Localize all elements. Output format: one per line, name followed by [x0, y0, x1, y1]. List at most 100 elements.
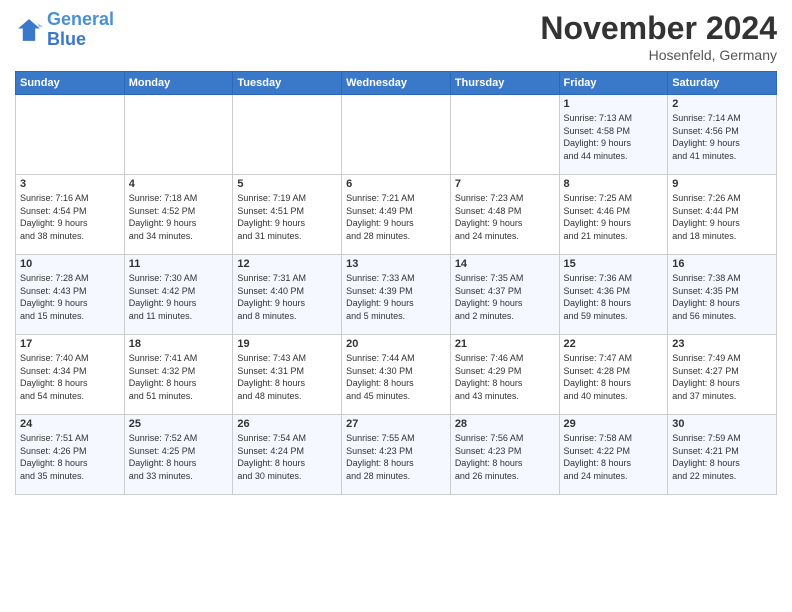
- day-number: 13: [346, 258, 446, 270]
- day-cell: 26Sunrise: 7:54 AM Sunset: 4:24 PM Dayli…: [233, 415, 342, 495]
- day-number: 22: [564, 338, 664, 350]
- header-cell-sunday: Sunday: [16, 72, 125, 95]
- day-number: 9: [672, 178, 772, 190]
- location: Hosenfeld, Germany: [540, 47, 777, 63]
- day-cell: 29 Sunrise: 7:58 AM Sunset: 4:22 PM Dayli…: [559, 415, 668, 495]
- day-number: 14: [455, 258, 555, 270]
- day-cell: 8 Sunrise: 7:25 AM Sunset: 4:46 PM Daylig…: [559, 175, 668, 255]
- day-cell: 23 Sunrise: 7:49 AM Sunset: 4:27 PM Dayli…: [668, 335, 777, 415]
- week-row-5: 24Sunrise: 7:51 AM Sunset: 4:26 PM Dayli…: [16, 415, 777, 495]
- day-number: 1: [564, 98, 664, 110]
- logo-text: General Blue: [47, 10, 114, 50]
- day-number: 3: [20, 178, 120, 190]
- day-info: Sunrise: 7:25 AM Sunset: 4:46 PM Dayligh…: [564, 192, 664, 242]
- day-number: 12: [237, 258, 337, 270]
- month-title: November 2024: [540, 10, 777, 47]
- header-cell-saturday: Saturday: [668, 72, 777, 95]
- week-row-4: 17 Sunrise: 7:40 AM Sunset: 4:34 PM Dayli…: [16, 335, 777, 415]
- day-info: Sunrise: 7:19 AM Sunset: 4:51 PM Dayligh…: [237, 192, 337, 242]
- day-info: Sunrise: 7:26 AM Sunset: 4:44 PM Dayligh…: [672, 192, 772, 242]
- day-info: Sunrise: 7:31 AM Sunset: 4:40 PM Dayligh…: [237, 272, 337, 322]
- logo: General Blue: [15, 10, 114, 50]
- header-cell-thursday: Thursday: [450, 72, 559, 95]
- header-cell-wednesday: Wednesday: [342, 72, 451, 95]
- day-number: 30: [672, 418, 772, 430]
- calendar-table: SundayMondayTuesdayWednesdayThursdayFrid…: [15, 71, 777, 495]
- day-cell: [342, 95, 451, 175]
- header: General Blue November 2024 Hosenfeld, Ge…: [15, 10, 777, 63]
- day-number: 29: [564, 418, 664, 430]
- day-number: 11: [129, 258, 229, 270]
- day-number: 19: [237, 338, 337, 350]
- day-info: Sunrise: 7:58 AM Sunset: 4:22 PM Dayligh…: [564, 432, 664, 482]
- day-info: Sunrise: 7:30 AM Sunset: 4:42 PM Dayligh…: [129, 272, 229, 322]
- calendar-body: 1Sunrise: 7:13 AM Sunset: 4:58 PM Daylig…: [16, 95, 777, 495]
- day-cell: [450, 95, 559, 175]
- day-cell: 14Sunrise: 7:35 AM Sunset: 4:37 PM Dayli…: [450, 255, 559, 335]
- day-info: Sunrise: 7:21 AM Sunset: 4:49 PM Dayligh…: [346, 192, 446, 242]
- day-cell: 6 Sunrise: 7:21 AM Sunset: 4:49 PM Daylig…: [342, 175, 451, 255]
- day-cell: 1Sunrise: 7:13 AM Sunset: 4:58 PM Daylig…: [559, 95, 668, 175]
- day-cell: 17 Sunrise: 7:40 AM Sunset: 4:34 PM Dayli…: [16, 335, 125, 415]
- day-cell: 5 Sunrise: 7:19 AM Sunset: 4:51 PM Daylig…: [233, 175, 342, 255]
- day-number: 6: [346, 178, 446, 190]
- day-info: Sunrise: 7:59 AM Sunset: 4:21 PM Dayligh…: [672, 432, 772, 482]
- day-cell: 9 Sunrise: 7:26 AM Sunset: 4:44 PM Daylig…: [668, 175, 777, 255]
- logo-general: General: [47, 9, 114, 29]
- day-cell: 30 Sunrise: 7:59 AM Sunset: 4:21 PM Dayli…: [668, 415, 777, 495]
- day-number: 23: [672, 338, 772, 350]
- logo-blue: Blue: [47, 29, 86, 49]
- day-info: Sunrise: 7:18 AM Sunset: 4:52 PM Dayligh…: [129, 192, 229, 242]
- title-block: November 2024 Hosenfeld, Germany: [540, 10, 777, 63]
- day-number: 18: [129, 338, 229, 350]
- day-number: 28: [455, 418, 555, 430]
- day-number: 16: [672, 258, 772, 270]
- week-row-2: 3 Sunrise: 7:16 AM Sunset: 4:54 PM Daylig…: [16, 175, 777, 255]
- day-info: Sunrise: 7:54 AM Sunset: 4:24 PM Dayligh…: [237, 432, 337, 482]
- day-info: Sunrise: 7:51 AM Sunset: 4:26 PM Dayligh…: [20, 432, 120, 482]
- day-cell: 24Sunrise: 7:51 AM Sunset: 4:26 PM Dayli…: [16, 415, 125, 495]
- day-info: Sunrise: 7:56 AM Sunset: 4:23 PM Dayligh…: [455, 432, 555, 482]
- header-cell-monday: Monday: [124, 72, 233, 95]
- day-info: Sunrise: 7:49 AM Sunset: 4:27 PM Dayligh…: [672, 352, 772, 402]
- day-number: 8: [564, 178, 664, 190]
- day-number: 25: [129, 418, 229, 430]
- week-row-1: 1Sunrise: 7:13 AM Sunset: 4:58 PM Daylig…: [16, 95, 777, 175]
- day-number: 15: [564, 258, 664, 270]
- day-info: Sunrise: 7:33 AM Sunset: 4:39 PM Dayligh…: [346, 272, 446, 322]
- calendar-header: SundayMondayTuesdayWednesdayThursdayFrid…: [16, 72, 777, 95]
- day-cell: 4 Sunrise: 7:18 AM Sunset: 4:52 PM Daylig…: [124, 175, 233, 255]
- day-info: Sunrise: 7:52 AM Sunset: 4:25 PM Dayligh…: [129, 432, 229, 482]
- day-cell: [233, 95, 342, 175]
- day-info: Sunrise: 7:38 AM Sunset: 4:35 PM Dayligh…: [672, 272, 772, 322]
- day-cell: 2Sunrise: 7:14 AM Sunset: 4:56 PM Daylig…: [668, 95, 777, 175]
- day-number: 4: [129, 178, 229, 190]
- day-cell: 13 Sunrise: 7:33 AM Sunset: 4:39 PM Dayli…: [342, 255, 451, 335]
- day-number: 27: [346, 418, 446, 430]
- day-cell: 18Sunrise: 7:41 AM Sunset: 4:32 PM Dayli…: [124, 335, 233, 415]
- day-cell: 27 Sunrise: 7:55 AM Sunset: 4:23 PM Dayli…: [342, 415, 451, 495]
- day-cell: 10Sunrise: 7:28 AM Sunset: 4:43 PM Dayli…: [16, 255, 125, 335]
- day-info: Sunrise: 7:14 AM Sunset: 4:56 PM Dayligh…: [672, 112, 772, 162]
- day-number: 7: [455, 178, 555, 190]
- day-number: 5: [237, 178, 337, 190]
- day-cell: [16, 95, 125, 175]
- day-number: 17: [20, 338, 120, 350]
- header-cell-friday: Friday: [559, 72, 668, 95]
- day-info: Sunrise: 7:47 AM Sunset: 4:28 PM Dayligh…: [564, 352, 664, 402]
- week-row-3: 10Sunrise: 7:28 AM Sunset: 4:43 PM Dayli…: [16, 255, 777, 335]
- day-info: Sunrise: 7:36 AM Sunset: 4:36 PM Dayligh…: [564, 272, 664, 322]
- day-cell: 21Sunrise: 7:46 AM Sunset: 4:29 PM Dayli…: [450, 335, 559, 415]
- day-cell: 20Sunrise: 7:44 AM Sunset: 4:30 PM Dayli…: [342, 335, 451, 415]
- day-cell: 25 Sunrise: 7:52 AM Sunset: 4:25 PM Dayli…: [124, 415, 233, 495]
- day-info: Sunrise: 7:43 AM Sunset: 4:31 PM Dayligh…: [237, 352, 337, 402]
- day-cell: [124, 95, 233, 175]
- day-info: Sunrise: 7:16 AM Sunset: 4:54 PM Dayligh…: [20, 192, 120, 242]
- day-cell: 22 Sunrise: 7:47 AM Sunset: 4:28 PM Dayli…: [559, 335, 668, 415]
- day-number: 21: [455, 338, 555, 350]
- day-info: Sunrise: 7:23 AM Sunset: 4:48 PM Dayligh…: [455, 192, 555, 242]
- day-info: Sunrise: 7:55 AM Sunset: 4:23 PM Dayligh…: [346, 432, 446, 482]
- day-info: Sunrise: 7:40 AM Sunset: 4:34 PM Dayligh…: [20, 352, 120, 402]
- day-cell: 11 Sunrise: 7:30 AM Sunset: 4:42 PM Dayli…: [124, 255, 233, 335]
- day-cell: 19 Sunrise: 7:43 AM Sunset: 4:31 PM Dayli…: [233, 335, 342, 415]
